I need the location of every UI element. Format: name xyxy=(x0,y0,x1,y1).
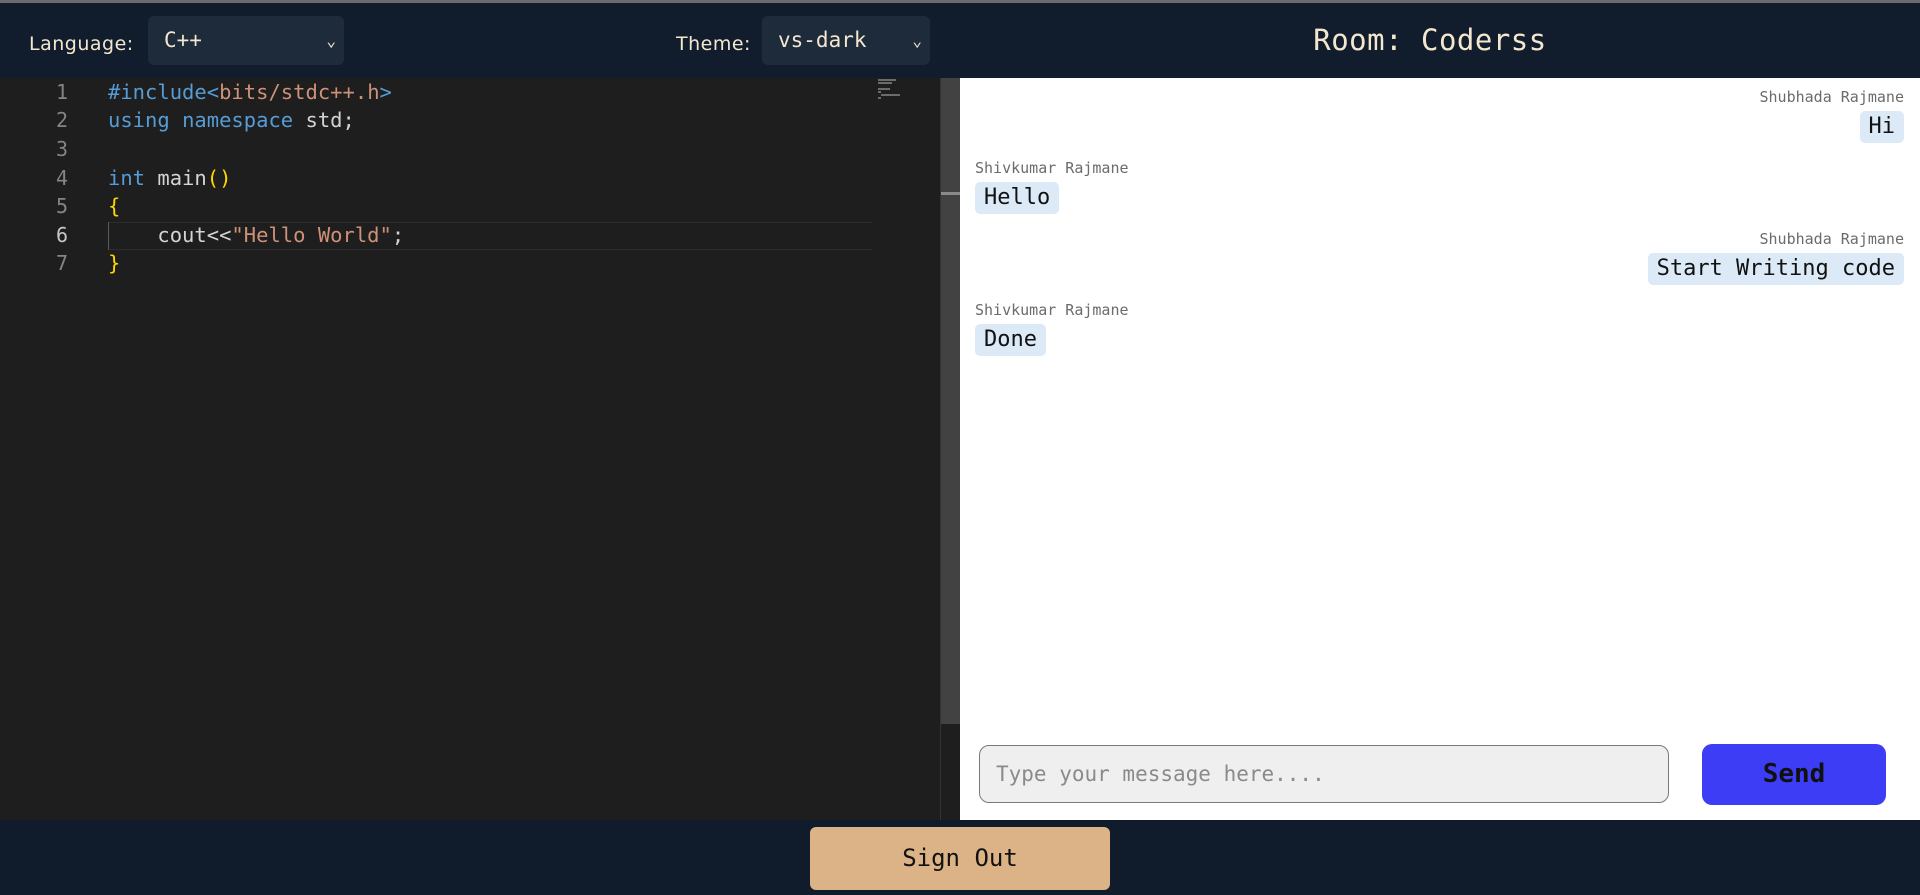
code-line: int main() xyxy=(108,166,231,194)
minimap[interactable] xyxy=(878,78,938,108)
code-token: main xyxy=(145,166,207,190)
code-token: int xyxy=(108,166,146,190)
code-token: std; xyxy=(293,108,355,132)
send-button[interactable]: Send xyxy=(1702,744,1886,805)
chevron-down-icon: ⌄ xyxy=(326,31,336,50)
footer-bar: Sign Out xyxy=(0,820,1920,895)
chat-panel: Shubhada Rajmane Hi Shivkumar Rajmane He… xyxy=(960,78,1920,820)
theme-label: Theme: xyxy=(676,33,751,55)
code-token: < xyxy=(206,80,220,104)
message-bubble: Hi xyxy=(1859,111,1904,143)
message-sender: Shivkumar Rajmane xyxy=(975,301,1129,319)
scrollbar-thumb[interactable] xyxy=(941,78,960,724)
message-bubble: Done xyxy=(975,324,1046,356)
language-label: Language: xyxy=(29,33,134,55)
code-line: cout<<"Hello World"; xyxy=(108,223,404,251)
code-token: using xyxy=(108,108,170,132)
code-token: > xyxy=(379,80,392,104)
code-token: { xyxy=(108,194,121,218)
room-title: Room: Coderss xyxy=(1313,23,1547,57)
line-number: 3 xyxy=(55,137,68,161)
message-bubble: Start Writing code xyxy=(1647,253,1904,285)
code-token: namespace xyxy=(182,108,294,132)
code-token: cout<< xyxy=(108,223,232,247)
message-input[interactable] xyxy=(979,745,1669,803)
message-bubble: Hello xyxy=(975,182,1060,214)
line-number: 5 xyxy=(55,194,68,218)
theme-select[interactable]: vs-dark ⌄ xyxy=(762,16,930,65)
code-line: } xyxy=(108,251,120,279)
line-number-active: 6 xyxy=(55,223,68,247)
code-token: } xyxy=(108,251,121,275)
code-token: () xyxy=(206,166,232,190)
chevron-down-icon: ⌄ xyxy=(912,31,922,50)
chat-header: Room: Coderss xyxy=(940,3,1920,78)
scrollbar-cursor-marker xyxy=(941,192,960,195)
message-sender: Shubhada Rajmane xyxy=(1759,88,1905,106)
line-number-gutter: 1 2 3 4 5 6 7 xyxy=(0,78,80,820)
code-editor[interactable]: 1 2 3 4 5 6 7 #include<bits/stdc++.h> us… xyxy=(0,78,940,820)
line-number: 7 xyxy=(55,251,68,275)
code-token: bits/stdc++.h xyxy=(219,80,380,104)
editor-toolbar: Language: C++ ⌄ Theme: vs-dark ⌄ xyxy=(0,3,940,78)
code-token: ; xyxy=(391,223,405,247)
code-line: #include<bits/stdc++.h> xyxy=(108,80,392,108)
code-token: "Hello World" xyxy=(231,223,392,247)
line-number: 4 xyxy=(55,166,68,190)
sign-out-button[interactable]: Sign Out xyxy=(810,827,1110,890)
code-token: #include xyxy=(108,80,207,104)
message-sender: Shivkumar Rajmane xyxy=(975,159,1129,177)
theme-select-value: vs-dark xyxy=(778,28,867,52)
message-sender: Shubhada Rajmane xyxy=(1759,230,1905,248)
line-number: 2 xyxy=(55,108,68,132)
code-line: { xyxy=(108,194,120,222)
language-select[interactable]: C++ ⌄ xyxy=(148,16,344,65)
language-select-value: C++ xyxy=(164,28,202,52)
editor-scrollbar[interactable] xyxy=(940,78,960,820)
code-line: using namespace std; xyxy=(108,108,355,136)
line-number: 1 xyxy=(55,80,68,104)
